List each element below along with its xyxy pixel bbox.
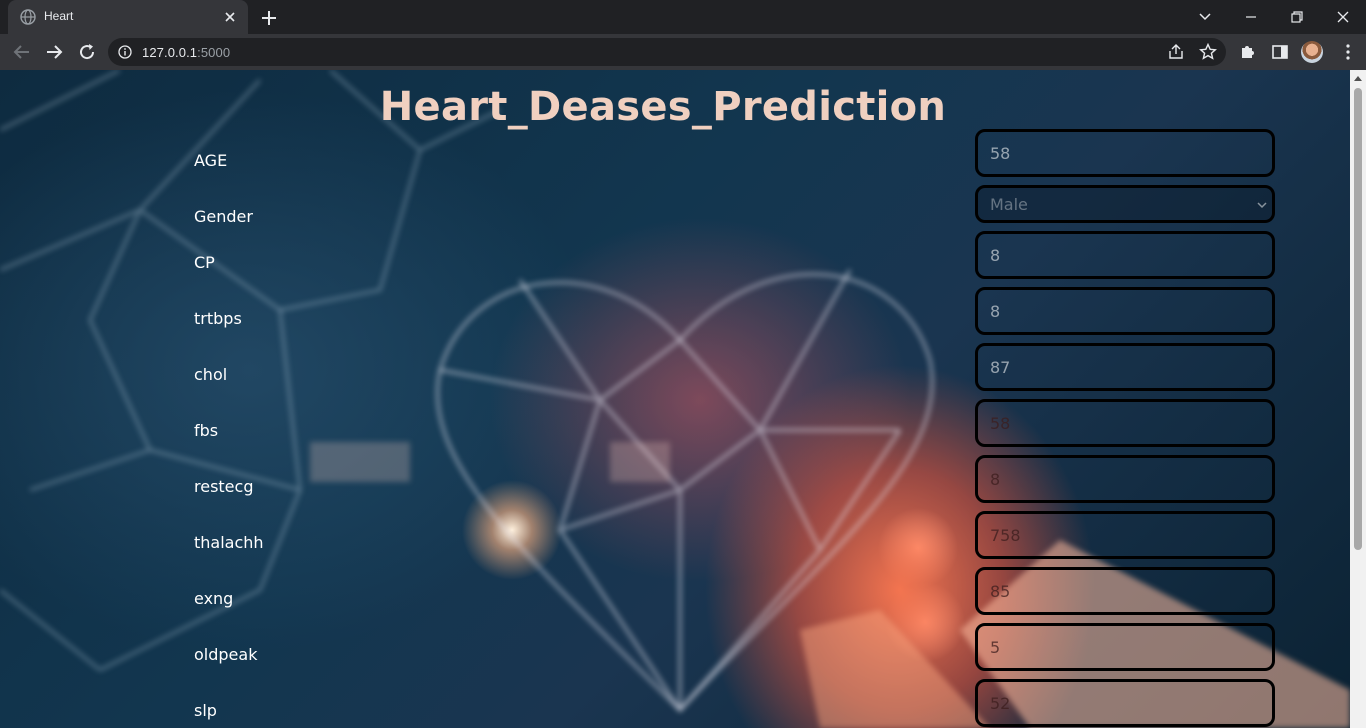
slp-input[interactable]: [975, 679, 1275, 727]
page-title: Heart_Deases_Prediction: [379, 84, 947, 130]
oldpeak-input[interactable]: [975, 623, 1275, 671]
label-thalachh: thalachh: [194, 533, 264, 552]
share-icon[interactable]: [1167, 43, 1185, 61]
browser-tab[interactable]: Heart: [8, 0, 248, 34]
close-window-button[interactable]: [1321, 0, 1365, 34]
tab-title: Heart: [44, 9, 74, 23]
minimize-button[interactable]: [1229, 0, 1273, 34]
label-age: AGE: [194, 151, 228, 170]
label-trtbps: trtbps: [194, 309, 242, 328]
restore-icon: [1291, 11, 1303, 23]
minimize-icon: [1246, 16, 1256, 18]
exng-input[interactable]: [975, 567, 1275, 615]
url-text: 127.0.0.1:5000: [142, 45, 230, 60]
scroll-up-arrow-icon[interactable]: [1354, 76, 1362, 81]
forward-arrow-icon: [47, 45, 63, 59]
fbs-input[interactable]: [975, 399, 1275, 447]
new-tab-icon[interactable]: [258, 7, 280, 29]
trtbps-input[interactable]: [975, 287, 1275, 335]
age-input[interactable]: [975, 129, 1275, 177]
globe-icon: [20, 9, 36, 25]
url-port: :5000: [197, 45, 231, 60]
tab-search-button[interactable]: [1183, 0, 1227, 34]
page-scrollbar[interactable]: [1350, 70, 1366, 728]
page-viewport: Heart_Deases_Prediction AGE Gender CP tr…: [0, 70, 1350, 728]
label-fbs: fbs: [194, 421, 219, 440]
scrollbar-thumb[interactable]: [1354, 88, 1362, 550]
label-chol: chol: [194, 365, 228, 384]
close-icon: [1337, 11, 1349, 23]
forward-button[interactable]: [42, 40, 66, 64]
info-icon[interactable]: [118, 45, 132, 59]
restore-button[interactable]: [1275, 0, 1319, 34]
gender-select[interactable]: Male: [975, 185, 1275, 223]
label-gender: Gender: [194, 207, 253, 226]
label-exng: exng: [194, 589, 234, 608]
chol-input[interactable]: [975, 343, 1275, 391]
url-host: 127.0.0.1: [142, 45, 198, 60]
reload-icon: [80, 44, 95, 60]
back-arrow-icon: [13, 45, 29, 59]
extensions-puzzle-icon[interactable]: [1238, 42, 1258, 62]
label-oldpeak: oldpeak: [194, 645, 258, 664]
reload-button[interactable]: [75, 40, 99, 64]
browser-toolbar: 127.0.0.1:5000: [0, 34, 1366, 70]
menu-kebab-icon[interactable]: [1338, 42, 1358, 62]
side-panel-icon[interactable]: [1270, 42, 1290, 62]
label-slp: slp: [194, 701, 217, 720]
chevron-down-icon: [1199, 13, 1211, 21]
label-cp: CP: [194, 253, 215, 272]
bookmark-star-icon[interactable]: [1199, 43, 1217, 61]
thalachh-input[interactable]: [975, 511, 1275, 559]
profile-avatar[interactable]: [1301, 41, 1323, 63]
back-button[interactable]: [10, 40, 34, 64]
tab-strip: Heart: [0, 0, 1366, 34]
chevron-down-icon: [1257, 202, 1267, 209]
address-bar[interactable]: 127.0.0.1:5000: [108, 38, 1226, 66]
close-tab-icon[interactable]: [222, 9, 238, 25]
cp-input[interactable]: [975, 231, 1275, 279]
label-restecg: restecg: [194, 477, 254, 496]
restecg-input[interactable]: [975, 455, 1275, 503]
